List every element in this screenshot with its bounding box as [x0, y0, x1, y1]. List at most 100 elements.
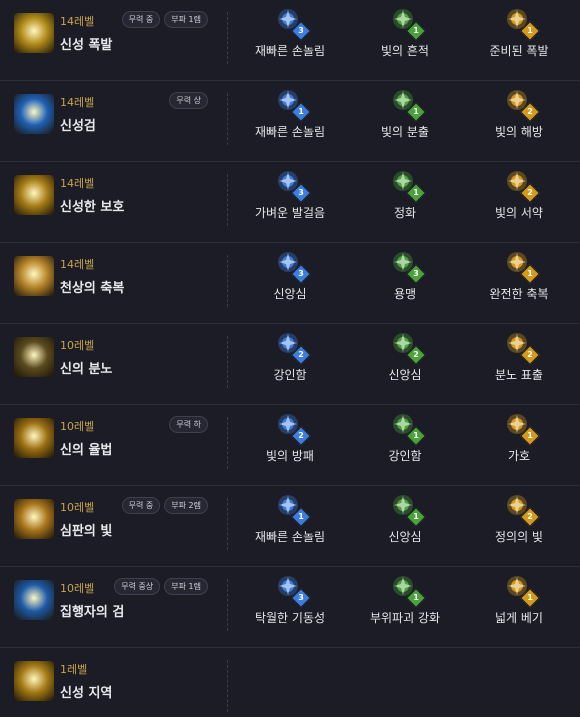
badge-group: 무력 하	[169, 416, 208, 433]
rune-badge: 무력 중	[121, 497, 161, 514]
divider	[227, 12, 228, 64]
tripod-item[interactable]: 2 분노 표출	[469, 330, 569, 383]
tripod-item[interactable]: 2 정의의 빛	[469, 492, 569, 545]
rune-badge: 부파 2렙	[164, 497, 208, 514]
tier-badge: 1	[520, 426, 540, 446]
tripod-item[interactable]: 1 강인함	[355, 411, 455, 464]
tripod-item[interactable]: 1 신앙심	[355, 492, 455, 545]
complete-blessing-icon: 1	[504, 249, 540, 284]
tier-number: 1	[413, 188, 419, 197]
divider	[227, 660, 228, 712]
skill-list: 14레벨 신성 폭발 무력 중 부파 1렙 3 재빠른 손놀림 1 빛의 흔적 1 준비된 폭발 1…	[0, 0, 580, 716]
badge-group: 무력 중 부파 2렙	[121, 497, 208, 514]
tier-badge: 3	[291, 21, 311, 41]
divine-wrath-icon	[14, 337, 54, 377]
skill-row[interactable]: 14레벨 신성검 무력 상 1 재빠른 손놀림 1 빛의 분출 2 빛의 해방	[0, 81, 580, 162]
tripod-name: 강인함	[388, 449, 422, 463]
tier-badge: 1	[291, 507, 311, 527]
heavenly-blessing-icon	[14, 256, 54, 296]
tripod-item[interactable]: 1 정화	[355, 168, 455, 221]
tier-badge: 1	[520, 21, 540, 41]
tripod-name: 빛의 해방	[495, 125, 543, 139]
tripod-item[interactable]: 1 넓게 베기	[469, 573, 569, 626]
tripod-item[interactable]: 2 빛의 해방	[469, 87, 569, 140]
skill-name: 신성한 보호	[60, 200, 125, 215]
tripod-item[interactable]: 1 완전한 축복	[469, 249, 569, 302]
tripod-name: 신앙심	[273, 287, 307, 301]
swift-hand-icon: 1	[275, 492, 311, 527]
tripod-item[interactable]: 1 준비된 폭발	[469, 6, 569, 59]
badge-group: 무력 중상 부파 1렙	[114, 578, 208, 595]
tier-badge: 1	[520, 588, 540, 608]
tier-number: 1	[413, 593, 419, 602]
skill-row[interactable]: 10레벨 신의 분노 2 강인함 2 신앙심 2 분노 표출	[0, 324, 580, 405]
tripod-name: 정의의 빛	[495, 530, 543, 544]
tier-badge: 3	[291, 588, 311, 608]
divine-law-icon	[14, 418, 54, 458]
tier-badge: 2	[520, 183, 540, 203]
tripod-item[interactable]: 1 재빠른 손놀림	[240, 492, 340, 545]
light-step-icon: 3	[275, 168, 311, 203]
skill-level: 10레벨	[60, 420, 95, 433]
skill-level: 14레벨	[60, 177, 95, 190]
skill-row[interactable]: 14레벨신성한 보호 3 가벼운 발걸음 1 정화 2 빛의 서약	[0, 162, 580, 243]
tripod-item[interactable]: 3 탁월한 기동성	[240, 573, 340, 626]
tier-number: 2	[298, 350, 304, 359]
tripod-item[interactable]: 3 재빠른 손놀림	[240, 6, 340, 59]
tier-number: 1	[413, 107, 419, 116]
skill-row[interactable]: 1레벨 신성 지역	[0, 648, 580, 716]
tripod-item[interactable]: 1 빛의 분출	[355, 87, 455, 140]
executioner-sword-icon	[14, 580, 54, 620]
skill-row[interactable]: 14레벨 신성 폭발 무력 중 부파 1렙 3 재빠른 손놀림 1 빛의 흔적 1 준비된 폭발	[0, 0, 580, 81]
purify-icon: 1	[390, 168, 426, 203]
tripod-item[interactable]: 2 신앙심	[355, 330, 455, 383]
tier-number: 1	[527, 431, 533, 440]
tier-number: 2	[527, 512, 533, 521]
tier-badge: 2	[520, 507, 540, 527]
tier-badge: 2	[520, 102, 540, 122]
skill-level: 14레벨	[60, 258, 95, 271]
divider	[227, 174, 228, 226]
skill-row[interactable]: 10레벨 심판의 빛 무력 중 부파 2렙 1 재빠른 손놀림 1 신앙심 2 정의의 빛	[0, 486, 580, 567]
skill-row[interactable]: 14레벨 천상의 축복 3 신앙심 3 용맹 1 완전한 축복	[0, 243, 580, 324]
tripod-item[interactable]: 3 가벼운 발걸음	[240, 168, 340, 221]
tier-badge: 2	[291, 426, 311, 446]
holy-protection-icon	[14, 175, 54, 215]
toughness-icon: 1	[390, 411, 426, 446]
tier-badge: 1	[406, 426, 426, 446]
tier-number: 1	[527, 593, 533, 602]
tripod-item[interactable]: 1 재빠른 손놀림	[240, 87, 340, 140]
divider	[227, 93, 228, 145]
skill-name: 신성 지역	[60, 686, 113, 701]
tripod-name: 가벼운 발걸음	[254, 206, 326, 220]
skill-row[interactable]: 10레벨 신의 율법 무력 하 2 빛의 방패 1 강인함 1 가호	[0, 405, 580, 486]
tripod-name: 부위파괴 강화	[369, 611, 441, 625]
tripod-name: 강인함	[273, 368, 307, 382]
divider	[227, 255, 228, 307]
justice-light-icon: 2	[504, 492, 540, 527]
skill-level: 10레벨	[60, 339, 95, 352]
tier-number: 3	[298, 269, 304, 278]
tripod-item[interactable]: 1 가호	[469, 411, 569, 464]
tripod-item[interactable]: 1 부위파괴 강화	[355, 573, 455, 626]
wide-slash-icon: 1	[504, 573, 540, 608]
faith-icon: 1	[390, 492, 426, 527]
holy-burst-icon	[14, 13, 54, 53]
tripod-name: 빛의 흔적	[381, 44, 429, 58]
skill-row[interactable]: 10레벨 집행자의 검 무력 중상 부파 1렙 3 탁월한 기동성 1 부위파괴 강화 1 넓게 …	[0, 567, 580, 648]
badge-group: 무력 상	[169, 92, 208, 109]
tripod-item[interactable]: 2 강인함	[240, 330, 340, 383]
tripod-item[interactable]: 3 신앙심	[240, 249, 340, 302]
rune-badge: 무력 중	[121, 11, 161, 28]
rune-badge: 무력 중상	[114, 578, 161, 595]
tripod-item[interactable]: 3 용맹	[355, 249, 455, 302]
tripod-item[interactable]: 2 빛의 서약	[469, 168, 569, 221]
tier-badge: 1	[520, 264, 540, 284]
tripod-item[interactable]: 2 빛의 방패	[240, 411, 340, 464]
divine-aid-icon: 1	[504, 411, 540, 446]
tripod-name: 재빠른 손놀림	[254, 125, 326, 139]
tier-number: 1	[298, 512, 304, 521]
tripod-item[interactable]: 1 빛의 흔적	[355, 6, 455, 59]
tier-number: 1	[527, 26, 533, 35]
skill-name: 신성검	[60, 119, 96, 134]
